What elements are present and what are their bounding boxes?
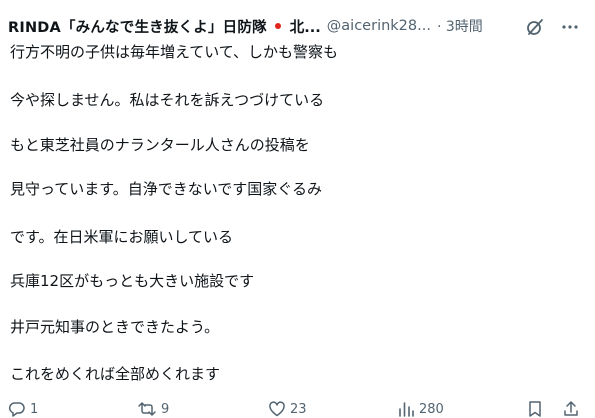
user-handle[interactable]: @aicerink28... <box>327 18 431 34</box>
tweet-text-line: 井戸元知事のときできたよう。 <box>10 318 220 336</box>
repost-count: 9 <box>161 401 170 417</box>
repost-icon <box>137 400 157 418</box>
tweet-text-line: 兵庫12区がもっとも大きい施設です <box>10 272 255 290</box>
display-name-tail[interactable]: 北... <box>290 16 321 37</box>
tweet-text-line: 行方不明の子供は毎年増えていて、しかも警察も <box>10 43 339 61</box>
share-icon <box>562 400 580 418</box>
reply-button[interactable]: 1 <box>8 400 38 418</box>
grok-icon[interactable] <box>524 16 546 38</box>
tweet-text-line: です。在日米軍にお願いしている <box>10 228 234 246</box>
timestamp[interactable]: · 3時間 <box>437 16 483 36</box>
like-button[interactable]: 23 <box>268 400 307 418</box>
like-icon <box>268 400 286 418</box>
display-name[interactable]: RINDA「みんなで生き抜くよ」日防隊 <box>8 16 267 37</box>
share-button[interactable] <box>562 400 580 418</box>
views-icon <box>397 400 415 418</box>
tweet-text-line: 見守っています。自浄できないです国家ぐるみ <box>10 180 323 198</box>
tweet-text-line: もと東芝社員のナランタール人さんの投稿を <box>10 136 310 154</box>
bookmark-icon <box>527 400 543 418</box>
reply-count: 1 <box>30 401 39 417</box>
more-icon[interactable] <box>559 16 581 38</box>
like-count: 23 <box>290 401 307 417</box>
tweet-text-line: 今や探しません。私はそれを訴えつづけている <box>10 91 325 109</box>
repost-button[interactable]: 9 <box>137 400 169 418</box>
views-count: 280 <box>419 401 444 417</box>
reply-icon <box>8 400 26 418</box>
bookmark-button[interactable] <box>527 400 543 418</box>
tweet: RINDA「みんなで生き抜くよ」日防隊 北... @aicerink28... … <box>0 0 595 418</box>
tweet-text-line: これをめくれば全部めくれます <box>10 365 221 383</box>
action-bar: 1 9 23 280 <box>0 400 595 418</box>
japan-flag-icon <box>268 19 287 33</box>
tweet-header: RINDA「みんなで生き抜くよ」日防隊 北... @aicerink28... … <box>8 14 587 38</box>
views-button[interactable]: 280 <box>397 400 444 418</box>
